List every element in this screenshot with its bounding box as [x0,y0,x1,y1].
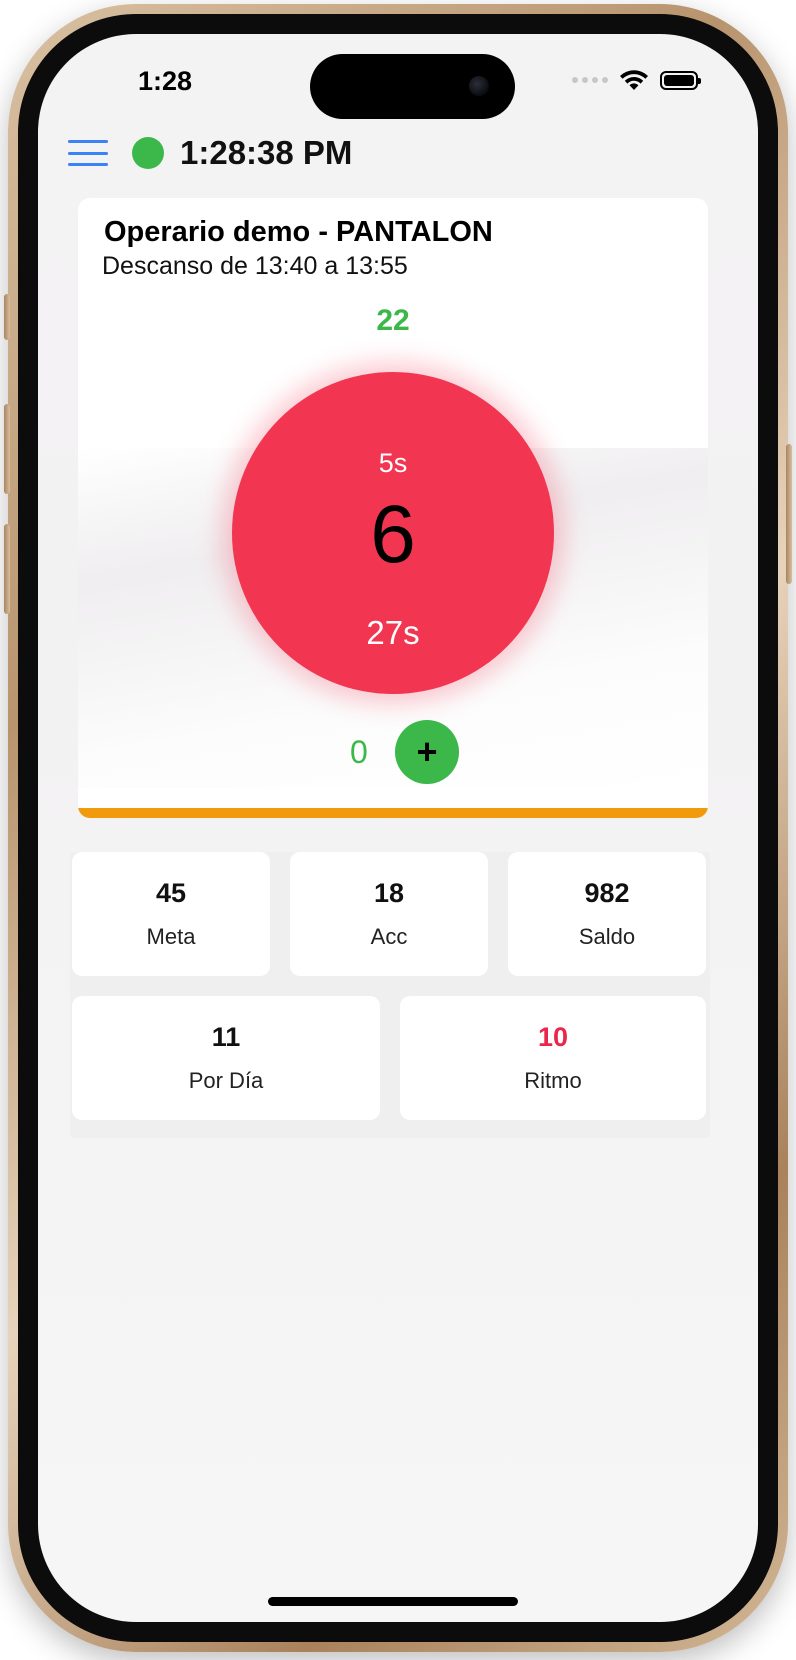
stat-card-saldo: 982 Saldo [508,852,706,976]
stat-value: 982 [584,878,630,908]
stat-value: 10 [537,1022,569,1052]
stat-card-ritmo: 10 Ritmo [400,996,706,1120]
stat-value: 45 [155,878,187,908]
status-icons [572,68,701,92]
timer-main-value: 6 [370,489,416,580]
added-count: 0 [350,734,368,770]
dynamic-island [310,54,515,119]
stat-value: 11 [211,1022,241,1052]
completed-count: 22 [376,304,410,337]
add-button[interactable]: + [395,720,459,784]
phone-bezel: 1:28 1:28:38 PM Operario demo - PANTALON… [18,14,778,1642]
stat-value: 18 [373,878,405,908]
home-indicator[interactable] [268,1597,518,1606]
timer-bottom-label: 27s [366,614,420,651]
camera-icon [469,76,489,96]
progress-bar [78,808,708,818]
stat-card-por-dia: 11 Por Día [72,996,380,1120]
power-button [786,444,792,584]
stat-card-meta: 45 Meta [72,852,270,976]
wifi-icon [620,70,648,90]
action-button [4,294,10,340]
break-schedule: Descanso de 13:40 a 13:55 [102,252,408,280]
stat-card-acc: 18 Acc [290,852,488,976]
stat-label: Saldo [578,924,636,949]
volume-down-button [4,524,10,614]
menu-icon[interactable] [68,140,108,166]
phone-frame: 1:28 1:28:38 PM Operario demo - PANTALON… [4,4,792,1652]
status-time: 1:28 [138,66,193,96]
connection-status-dot [132,137,164,169]
stat-label: Meta [146,924,196,949]
current-time: 1:28:38 PM [180,134,353,171]
cycle-timer-button[interactable]: 5s 6 27s [232,372,554,694]
stat-label: Ritmo [524,1068,582,1093]
screen: 1:28 1:28:38 PM Operario demo - PANTALON… [38,34,758,1622]
operator-card: Operario demo - PANTALON Descanso de 13:… [78,198,708,818]
timer-top-label: 5s [378,448,408,478]
battery-icon [660,70,701,90]
volume-up-button [4,404,10,494]
cellular-signal-icon [572,77,608,83]
stat-label: Acc [370,924,408,949]
stat-label: Por Día [188,1068,264,1093]
operator-title: Operario demo - PANTALON [104,216,493,248]
top-bar: 1:28:38 PM [68,134,352,172]
